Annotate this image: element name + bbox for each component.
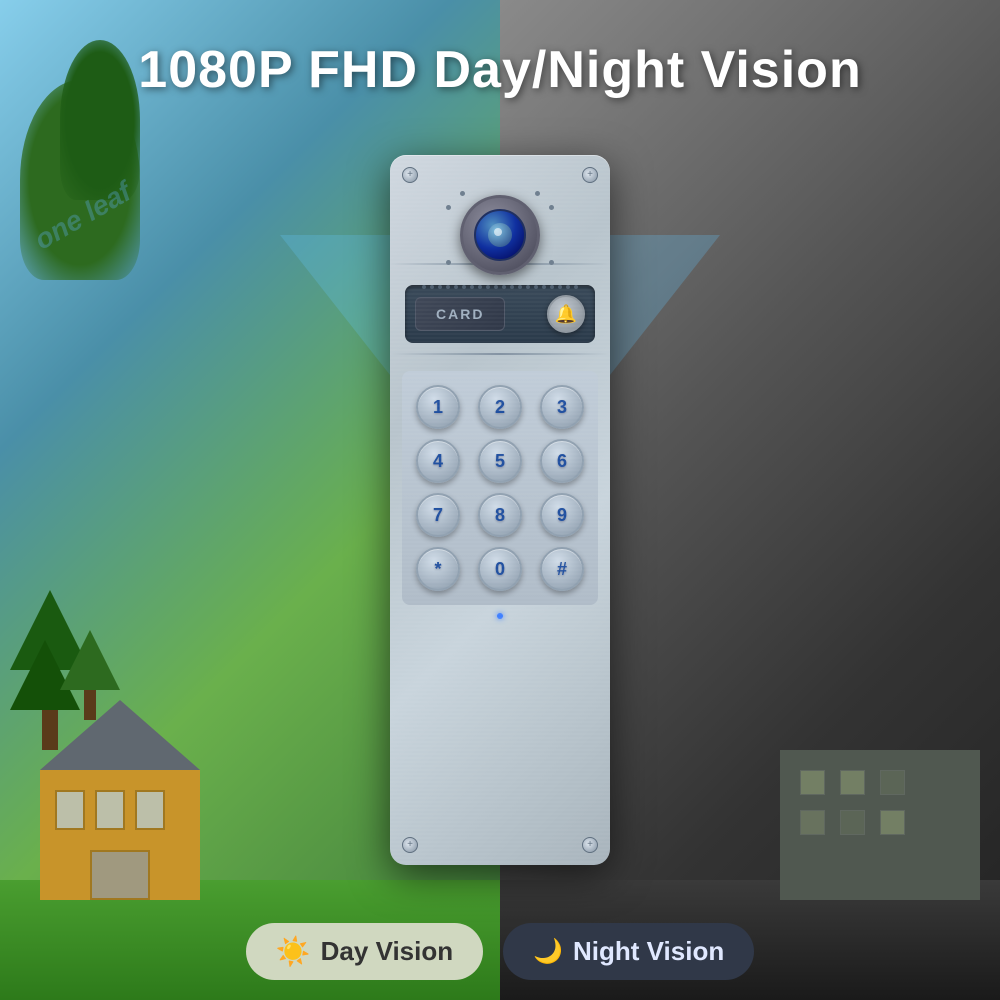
- grille-dot: [550, 285, 554, 289]
- camera-housing: [460, 195, 540, 275]
- house-body: [40, 770, 200, 900]
- night-vision-pill: 🌙 Night Vision: [503, 923, 754, 980]
- page-title: 1080P FHD Day/Night Vision: [0, 40, 1000, 100]
- grille-dot: [438, 285, 442, 289]
- grille-dot: [454, 285, 458, 289]
- grille-dot: [518, 285, 522, 289]
- keypad-divider: [390, 353, 610, 355]
- screw-top-left: [402, 167, 418, 183]
- tree-2: [60, 630, 120, 720]
- building-window-4: [800, 810, 825, 835]
- grille-dot: [462, 285, 466, 289]
- camera-inner-ring: [474, 209, 526, 261]
- key-0[interactable]: 0: [478, 547, 522, 591]
- key-#[interactable]: #: [540, 547, 584, 591]
- grille-dot: [430, 285, 434, 289]
- grille-dot: [478, 285, 482, 289]
- grille-dot: [486, 285, 490, 289]
- day-vision-pill: ☀️ Day Vision: [246, 923, 483, 980]
- speaker-grille: [410, 285, 590, 289]
- key-6[interactable]: 6: [540, 439, 584, 483]
- grille-dot: [542, 285, 546, 289]
- grille-dot: [558, 285, 562, 289]
- night-vision-label: Night Vision: [573, 936, 724, 967]
- building-window-1: [800, 770, 825, 795]
- house-window-2: [95, 790, 125, 830]
- ir-dot-1: [460, 191, 465, 196]
- camera-lens: [488, 223, 512, 247]
- key-5[interactable]: 5: [478, 439, 522, 483]
- camera-reflection: [494, 228, 502, 236]
- building-window-3: [880, 770, 905, 795]
- grille-dot: [526, 285, 530, 289]
- ir-dot-5: [446, 260, 451, 265]
- ir-dot-2: [535, 191, 540, 196]
- key-7[interactable]: 7: [416, 493, 460, 537]
- key-*[interactable]: *: [416, 547, 460, 591]
- day-vision-label: Day Vision: [321, 936, 453, 967]
- grille-dot: [446, 285, 450, 289]
- grille-dot: [574, 285, 578, 289]
- key-9[interactable]: 9: [540, 493, 584, 537]
- grille-dot: [566, 285, 570, 289]
- keypad-section: 123 456 789 * 0 #: [402, 371, 598, 605]
- key-1[interactable]: 1: [416, 385, 460, 429]
- camera-section: [410, 195, 590, 289]
- ir-dot-4: [549, 205, 554, 210]
- moon-icon: 🌙: [533, 937, 563, 966]
- house-window-1: [55, 790, 85, 830]
- card-slot[interactable]: CARD: [415, 297, 505, 331]
- bell-icon: 🔔: [555, 304, 577, 325]
- grille-dot: [422, 285, 426, 289]
- house-window-3: [135, 790, 165, 830]
- sun-icon: ☀️: [276, 935, 311, 968]
- night-building: [780, 750, 980, 900]
- ir-dot-3: [446, 205, 451, 210]
- screw-top-right: [582, 167, 598, 183]
- grille-dot: [502, 285, 506, 289]
- grille-dot: [510, 285, 514, 289]
- card-reader-section: CARD 🔔: [405, 285, 595, 343]
- grille-dot: [534, 285, 538, 289]
- key-8[interactable]: 8: [478, 493, 522, 537]
- building-window-6: [880, 810, 905, 835]
- key-2[interactable]: 2: [478, 385, 522, 429]
- grille-dot: [494, 285, 498, 289]
- status-led: [497, 613, 503, 619]
- keypad-grid: 123 456 789 * 0 #: [412, 385, 588, 591]
- bell-button[interactable]: 🔔: [547, 295, 585, 333]
- screw-bottom-right: [582, 837, 598, 853]
- intercom-device: CARD 🔔 123 456 789 * 0 #: [390, 155, 610, 865]
- key-4[interactable]: 4: [416, 439, 460, 483]
- building-window-2: [840, 770, 865, 795]
- key-3[interactable]: 3: [540, 385, 584, 429]
- house-window-4: [90, 850, 150, 900]
- bottom-labels: ☀️ Day Vision 🌙 Night Vision: [250, 923, 750, 980]
- ir-dot-6: [549, 260, 554, 265]
- screw-bottom-left: [402, 837, 418, 853]
- building-body: [780, 750, 980, 900]
- building-window-5: [840, 810, 865, 835]
- grille-dot: [470, 285, 474, 289]
